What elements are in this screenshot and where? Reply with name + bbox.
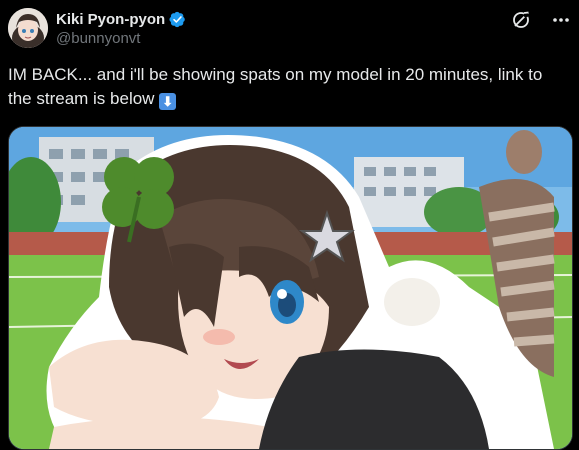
author-names: Kiki Pyon-pyon @bunnyonvt (56, 10, 186, 49)
more-icon[interactable] (551, 10, 571, 30)
display-name-text[interactable]: Kiki Pyon-pyon (56, 10, 165, 29)
verified-badge-icon[interactable] (169, 11, 186, 28)
tweet-media-image[interactable] (8, 126, 573, 450)
anime-illustration (9, 127, 572, 449)
display-name[interactable]: Kiki Pyon-pyon (56, 10, 186, 29)
header-actions (511, 10, 571, 30)
grok-icon[interactable] (511, 10, 531, 30)
down-arrow-emoji-icon: ⬇ (159, 93, 177, 110)
avatar[interactable] (8, 8, 48, 48)
tweet-body: IM BACK... and i'll be showing spats on … (8, 65, 543, 108)
tweet-header: Kiki Pyon-pyon @bunnyonvt (8, 8, 571, 52)
avatar-image (8, 8, 48, 48)
tweet-text: IM BACK... and i'll be showing spats on … (8, 63, 568, 111)
handle[interactable]: @bunnyonvt (56, 29, 186, 49)
